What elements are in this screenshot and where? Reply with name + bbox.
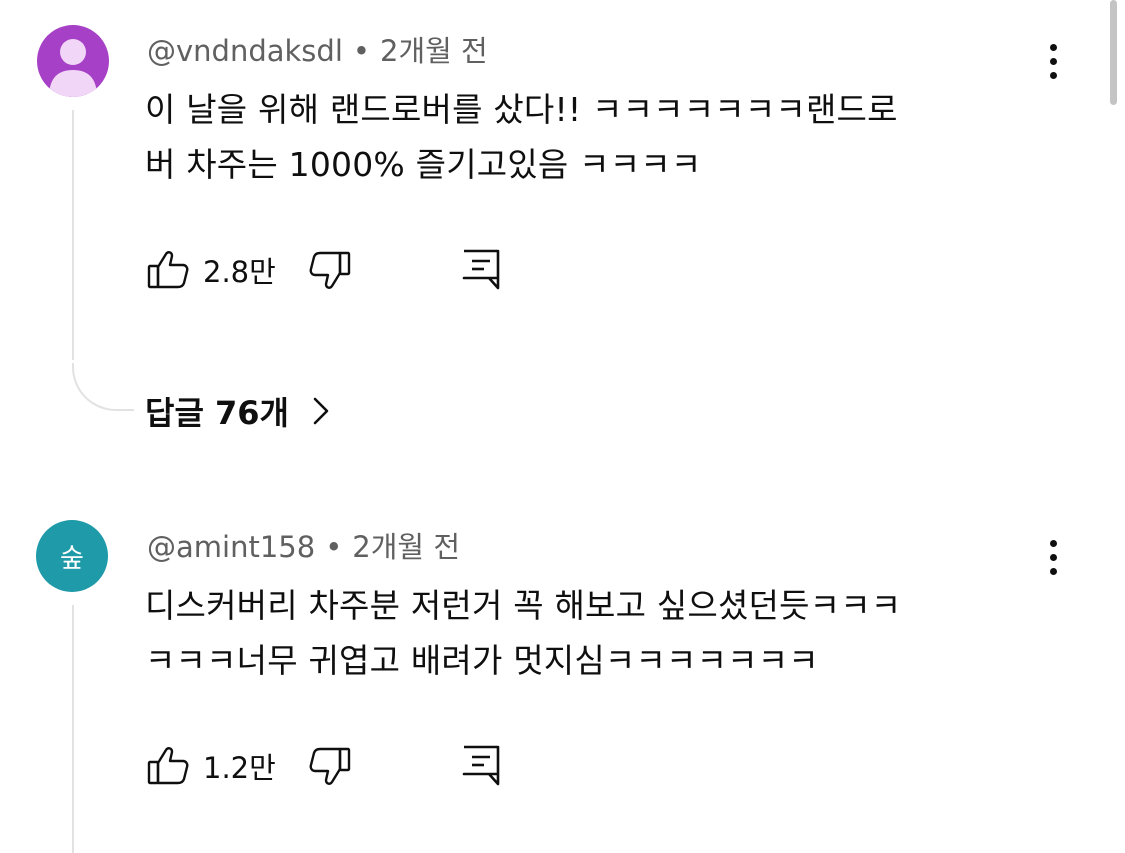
comment-handle[interactable]: @amint158 bbox=[147, 530, 315, 564]
like-icon[interactable] bbox=[147, 745, 189, 787]
avatar-default[interactable] bbox=[37, 25, 109, 97]
thread-line bbox=[72, 605, 74, 853]
comment-actions: 1.2만 bbox=[147, 744, 501, 788]
more-options-icon[interactable] bbox=[1047, 44, 1059, 79]
comment-text-line: 디스커버리 차주분 저런거 꼭 해보고 싶으셨던듯ㅋㅋㅋ bbox=[145, 586, 902, 625]
comment-text-line: 버 차주는 1000% 즐기고있음 ㅋㅋㅋㅋ bbox=[145, 145, 702, 184]
scrollbar[interactable] bbox=[1110, 0, 1117, 105]
thread-line bbox=[72, 110, 74, 360]
chevron-right-icon bbox=[311, 394, 331, 428]
avatar-letter[interactable]: 숲 bbox=[36, 520, 108, 592]
like-icon[interactable] bbox=[147, 249, 189, 291]
comment-text: 이 날을 위해 랜드로버를 샀다!! ㅋㅋㅋㅋㅋㅋㅋ랜드로 버 차주는 1000… bbox=[145, 82, 1045, 192]
comment-meta: @amint158 • 2개월 전 bbox=[147, 524, 460, 566]
like-count: 2.8만 bbox=[203, 255, 276, 289]
avatar-initial: 숲 bbox=[60, 543, 84, 574]
comment-handle[interactable]: @vndndaksdl bbox=[147, 34, 343, 68]
like-count: 1.2만 bbox=[203, 751, 276, 785]
comment-text: 디스커버리 차주분 저런거 꼭 해보고 싶으셨던듯ㅋㅋㅋ ㅋㅋㅋ너무 귀엽고 배… bbox=[145, 578, 1045, 688]
comment-time: 2개월 전 bbox=[352, 530, 461, 564]
comment-actions: 2.8만 bbox=[147, 248, 501, 292]
comment-meta: @vndndaksdl • 2개월 전 bbox=[147, 28, 488, 70]
reply-icon[interactable] bbox=[461, 248, 501, 292]
more-options-icon[interactable] bbox=[1047, 540, 1059, 575]
dislike-icon[interactable] bbox=[309, 249, 351, 291]
meta-separator: • bbox=[352, 34, 370, 68]
comment-text-line: ㅋㅋㅋ너무 귀엽고 배려가 멋지심ㅋㅋㅋㅋㅋㅋㅋ bbox=[145, 641, 819, 680]
thread-curve bbox=[72, 363, 134, 411]
reply-icon[interactable] bbox=[461, 744, 501, 788]
meta-separator: • bbox=[325, 530, 343, 564]
default-avatar-icon bbox=[49, 39, 97, 97]
dislike-icon[interactable] bbox=[309, 745, 351, 787]
view-replies-button[interactable]: 답글 76개 bbox=[145, 388, 331, 434]
comment-text-line: 이 날을 위해 랜드로버를 샀다!! ㅋㅋㅋㅋㅋㅋㅋ랜드로 bbox=[145, 90, 898, 129]
comment-time: 2개월 전 bbox=[380, 34, 488, 68]
replies-label: 답글 76개 bbox=[145, 394, 289, 432]
